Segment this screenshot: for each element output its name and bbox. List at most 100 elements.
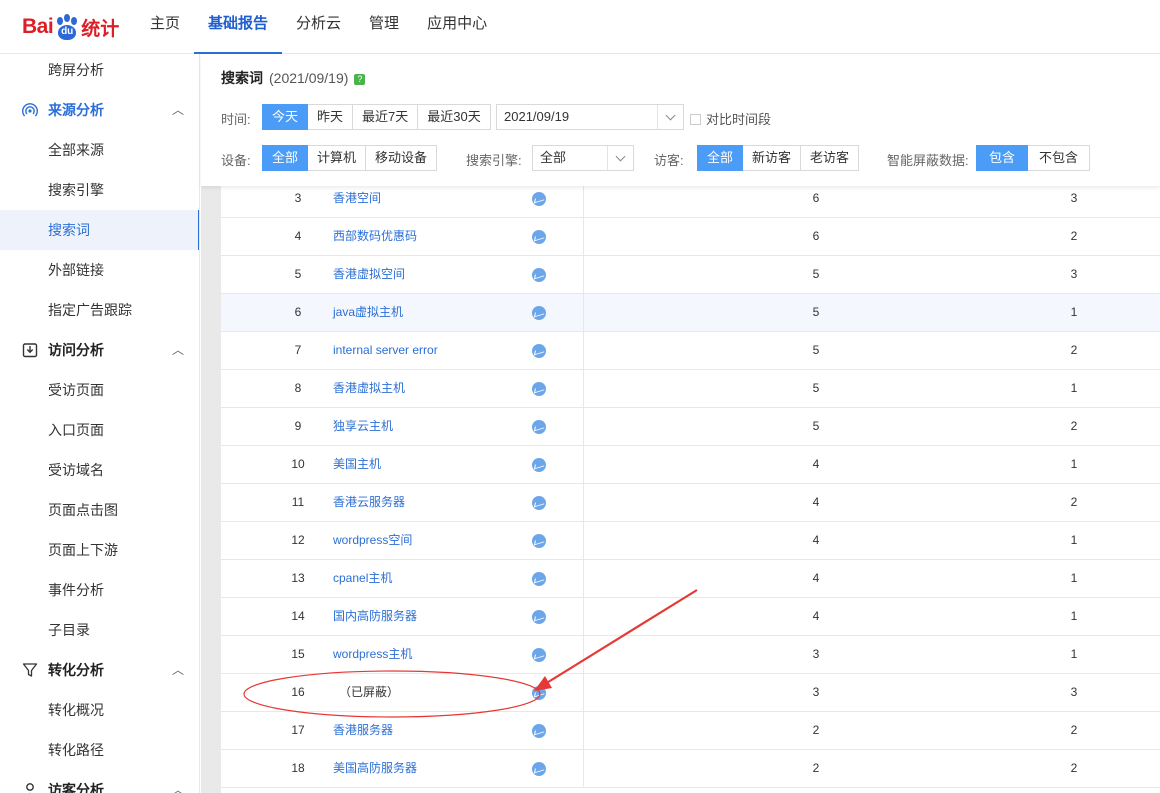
keyword-link[interactable]: 美国主机 (333, 446, 381, 483)
sidebar-item-label: 受访域名 (48, 462, 104, 478)
sidebar-item-search-engine[interactable]: 搜索引擎 (0, 170, 199, 210)
nav-app-center[interactable]: 应用中心 (413, 0, 501, 54)
smart-include-button[interactable]: 包含 (976, 145, 1029, 171)
table-row: 17 香港服务器 2 2 (221, 712, 1160, 750)
visitor-new-button[interactable]: 新访客 (742, 145, 802, 171)
keyword-link[interactable]: 香港虚拟主机 (333, 370, 405, 407)
trend-chart-icon[interactable] (532, 192, 546, 206)
smart-filter-label: 智能屏蔽数据: (887, 153, 969, 168)
visitor-all-button[interactable]: 全部 (697, 145, 744, 171)
trend-chart-icon[interactable] (532, 230, 546, 244)
compare-period-label: 对比时间段 (706, 112, 772, 127)
page-title: 搜索词 (2021/09/19)? (221, 68, 366, 88)
sidebar-group-source[interactable]: 来源分析 ︿ (0, 90, 199, 130)
checkbox-box[interactable] (690, 114, 701, 125)
device-mobile-button[interactable]: 移动设备 (365, 145, 438, 171)
nav-manage[interactable]: 管理 (355, 0, 413, 54)
sidebar-item-page-flow[interactable]: 页面上下游 (0, 530, 199, 570)
sidebar-item-visited-pages[interactable]: 受访页面 (0, 370, 199, 410)
sidebar-item-conversion-overview[interactable]: 转化概况 (0, 690, 199, 730)
keyword-link[interactable]: 香港服务器 (333, 712, 393, 749)
trend-chart-icon[interactable] (532, 382, 546, 396)
trend-chart-icon[interactable] (532, 572, 546, 586)
smart-exclude-button[interactable]: 不包含 (1027, 145, 1091, 171)
visitor-returning-button[interactable]: 老访客 (800, 145, 860, 171)
date-picker[interactable]: 2021/09/19 (496, 104, 684, 130)
time-7days-button[interactable]: 最近7天 (352, 104, 419, 130)
trend-chart-icon[interactable] (532, 762, 546, 776)
sidebar-item-label: 入口页面 (48, 422, 104, 438)
trend-cell (532, 712, 546, 749)
nav-home[interactable]: 主页 (136, 0, 194, 54)
compare-period-checkbox[interactable]: 对比时间段 (690, 109, 771, 128)
keyword-link[interactable]: 香港云服务器 (333, 484, 405, 521)
keyword-link[interactable]: 独享云主机 (333, 408, 393, 445)
sidebar-item-label: 转化路径 (48, 742, 104, 758)
uv-value: 1 (1070, 381, 1078, 395)
nav-analysis-cloud[interactable]: 分析云 (282, 0, 355, 54)
pv-value: 5 (812, 267, 820, 281)
table-row: 16 （已屏蔽） 3 3 (221, 674, 1160, 712)
keyword-link[interactable]: 西部数码优惠码 (333, 218, 417, 255)
chevron-up-icon[interactable]: ︿ (172, 90, 184, 130)
device-all-button[interactable]: 全部 (262, 145, 309, 171)
sidebar-item-cross-screen[interactable]: 跨屏分析 (0, 54, 199, 90)
uv-value: 1 (1070, 533, 1078, 547)
time-30days-button[interactable]: 最近30天 (417, 104, 491, 130)
signal-icon (22, 103, 38, 117)
trend-chart-icon[interactable] (532, 344, 546, 358)
keyword-link[interactable]: 香港虚拟空间 (333, 256, 405, 293)
sidebar-item-visited-domains[interactable]: 受访域名 (0, 450, 199, 490)
trend-chart-icon[interactable] (532, 534, 546, 548)
trend-chart-icon[interactable] (532, 306, 546, 320)
chevron-up-icon[interactable]: ︿ (172, 330, 184, 370)
sidebar-item-external-links[interactable]: 外部链接 (0, 250, 199, 290)
trend-chart-icon[interactable] (532, 686, 546, 700)
column-divider (583, 522, 584, 560)
keyword-link[interactable]: java虚拟主机 (333, 294, 403, 331)
time-yesterday-button[interactable]: 昨天 (307, 104, 354, 130)
trend-chart-icon[interactable] (532, 496, 546, 510)
table-row: 4 西部数码优惠码 6 2 (221, 218, 1160, 256)
trend-chart-icon[interactable] (532, 648, 546, 662)
keyword-link[interactable]: wordpress空间 (333, 522, 412, 559)
column-divider (583, 598, 584, 636)
trend-chart-icon[interactable] (532, 268, 546, 282)
trend-chart-icon[interactable] (532, 458, 546, 472)
trend-cell (532, 256, 546, 293)
sidebar-item-search-terms[interactable]: 搜索词 (0, 210, 199, 250)
sidebar-group-visitor[interactable]: 访客分析 ︿ (0, 770, 199, 793)
sidebar-item-ad-tracking[interactable]: 指定广告跟踪 (0, 290, 199, 330)
keyword-link[interactable]: 美国高防服务器 (333, 750, 417, 787)
sidebar-item-conversion-path[interactable]: 转化路径 (0, 730, 199, 770)
keyword-link[interactable]: wordpress主机 (333, 636, 412, 673)
sidebar-group-label: 转化分析 (48, 662, 104, 678)
trend-chart-icon[interactable] (532, 724, 546, 738)
trend-chart-icon[interactable] (532, 420, 546, 434)
sidebar-item-subdirectory[interactable]: 子目录 (0, 610, 199, 650)
keyword-link[interactable]: internal server error (333, 332, 438, 369)
sidebar-item-all-sources[interactable]: 全部来源 (0, 130, 199, 170)
column-divider (583, 674, 584, 712)
sidebar-group-conversion[interactable]: 转化分析 ︿ (0, 650, 199, 690)
sidebar-item-event-analysis[interactable]: 事件分析 (0, 570, 199, 610)
keyword-link[interactable]: cpanel主机 (333, 560, 392, 597)
time-today-button[interactable]: 今天 (262, 104, 309, 130)
sidebar-group-visit[interactable]: 访问分析 ︿ (0, 330, 199, 370)
help-icon[interactable]: ? (354, 74, 366, 85)
engine-select[interactable]: 全部 (532, 145, 634, 171)
chevron-up-icon[interactable]: ︿ (172, 770, 184, 793)
nav-basic-report[interactable]: 基础报告 (194, 0, 283, 54)
trend-chart-icon[interactable] (532, 610, 546, 624)
column-divider (583, 712, 584, 750)
sidebar-item-entry-pages[interactable]: 入口页面 (0, 410, 199, 450)
baidu-tongji-logo[interactable]: Bai du 统计 (22, 12, 119, 42)
chevron-up-icon[interactable]: ︿ (172, 650, 184, 690)
device-group: 全部 计算机 移动设备 (262, 145, 438, 171)
column-divider (583, 218, 584, 256)
sidebar-item-click-map[interactable]: 页面点击图 (0, 490, 199, 530)
device-computer-button[interactable]: 计算机 (307, 145, 367, 171)
pv-value: 3 (812, 647, 820, 661)
keyword-link[interactable]: 国内高防服务器 (333, 598, 417, 635)
engine-select-value: 全部 (540, 150, 567, 165)
